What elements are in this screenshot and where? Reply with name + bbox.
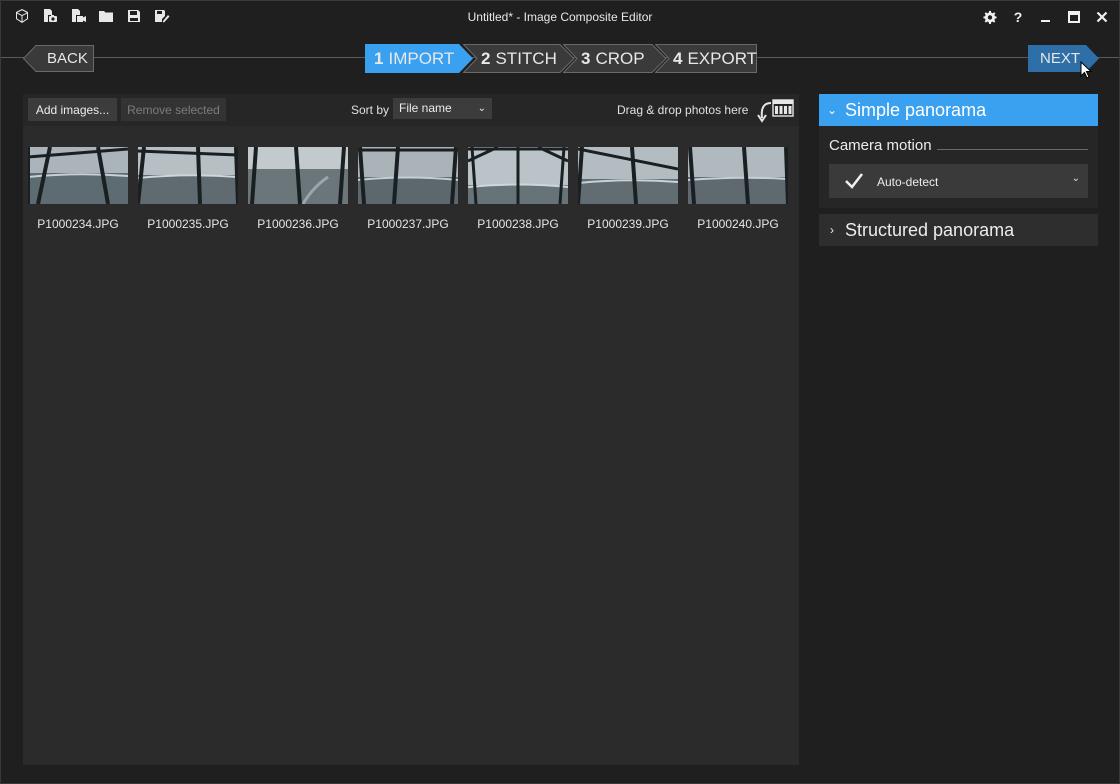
image-filename: P1000238.JPG (477, 217, 559, 231)
structured-panorama-label: Structured panorama (845, 219, 1015, 240)
section-divider (937, 149, 1088, 150)
step-stitch-number: 2 (481, 48, 491, 68)
step-crop[interactable]: 3 CROP (563, 44, 667, 73)
simple-panorama-header[interactable]: ⌄ Simple panorama (819, 94, 1098, 126)
window-controls: ? (981, 7, 1111, 27)
image-list-panel: Add images... Remove selected Sort by Fi… (23, 94, 799, 765)
help-icon[interactable]: ? (1009, 7, 1027, 27)
photo-thumbnail (138, 147, 238, 204)
project-settings-panel: ⌄ Simple panorama Camera motion Auto-det… (819, 94, 1098, 246)
drag-drop-photos-icon (757, 99, 794, 123)
next-button-label: NEXT (1040, 50, 1081, 67)
image-thumbnail[interactable]: P1000239.JPG (578, 147, 678, 231)
image-thumbnail[interactable]: P1000238.JPG (468, 147, 568, 231)
image-thumbnail[interactable]: P1000236.JPG (248, 147, 348, 231)
drag-drop-hint: Drag & drop photos here (617, 103, 749, 117)
photo-thumbnail (358, 147, 458, 204)
step-stitch[interactable]: 2 STITCH (463, 44, 575, 73)
image-thumbnail[interactable]: P1000240.JPG (688, 147, 788, 231)
chevron-down-icon: ⌄ (1071, 173, 1080, 184)
close-icon[interactable] (1093, 7, 1111, 27)
photo-thumbnail (688, 147, 788, 204)
wizard-steps: 1 IMPORT 2 STITCH 3 CROP 4 EXPORT (365, 44, 757, 73)
back-button[interactable]: BACK (23, 45, 94, 72)
step-export[interactable]: 4 EXPORT (655, 44, 757, 73)
step-export-label: EXPORT (687, 48, 758, 68)
sort-by-label: Sort by (351, 103, 390, 117)
image-filename: P1000235.JPG (147, 217, 229, 231)
add-images-button[interactable]: Add images... (28, 98, 117, 121)
image-thumbnail[interactable]: P1000237.JPG (358, 147, 458, 231)
sort-by-value: File name (399, 101, 452, 115)
photo-thumbnail (468, 147, 568, 204)
settings-icon[interactable] (981, 7, 999, 27)
import-toolbar: Add images... Remove selected Sort by Fi… (23, 94, 799, 126)
sort-by-select[interactable]: File name ⌄ (393, 98, 492, 119)
step-crop-label: CROP (595, 48, 645, 68)
camera-motion-value: Auto-detect (877, 175, 939, 189)
simple-panorama-label: Simple panorama (845, 99, 987, 120)
chevron-down-icon: ⌄ (477, 103, 486, 114)
app-window: Untitled* - Image Composite Editor ? BAC… (0, 0, 1120, 784)
step-crop-number: 3 (581, 48, 591, 68)
step-stitch-label: STITCH (495, 48, 557, 68)
title-bar: Untitled* - Image Composite Editor ? (1, 1, 1119, 35)
back-button-label: BACK (47, 50, 88, 67)
window-title: Untitled* - Image Composite Editor (467, 10, 653, 24)
camera-motion-label: Camera motion (829, 137, 932, 154)
image-filename: P1000236.JPG (257, 217, 339, 231)
photo-thumbnail (578, 147, 678, 204)
image-filename: P1000237.JPG (367, 217, 449, 231)
step-import-label: IMPORT (388, 48, 455, 68)
photo-thumbnail (28, 147, 128, 204)
step-import[interactable]: 1 IMPORT (365, 44, 473, 73)
image-filename: P1000239.JPG (587, 217, 669, 231)
remove-selected-button[interactable]: Remove selected (121, 98, 226, 121)
structured-panorama-header[interactable]: › Structured panorama (819, 214, 1098, 246)
camera-motion-select[interactable]: Auto-detect ⌄ (829, 164, 1088, 198)
mouse-cursor-icon (1080, 61, 1092, 79)
image-thumbnail[interactable]: P1000234.JPG (28, 147, 128, 231)
simple-panorama-options: Camera motion Auto-detect ⌄ (819, 126, 1098, 208)
step-export-number: 4 (673, 48, 683, 68)
maximize-icon[interactable] (1065, 7, 1083, 27)
photo-thumbnail (248, 147, 348, 204)
image-thumbnail[interactable]: P1000235.JPG (138, 147, 238, 231)
image-filename: P1000234.JPG (37, 217, 119, 231)
image-filename: P1000240.JPG (697, 217, 779, 231)
minimize-icon[interactable] (1037, 7, 1055, 27)
chevron-down-icon: ⌄ (826, 103, 838, 117)
step-import-number: 1 (374, 48, 384, 68)
chevron-right-icon: › (830, 223, 834, 237)
checkmark-icon (845, 173, 863, 189)
